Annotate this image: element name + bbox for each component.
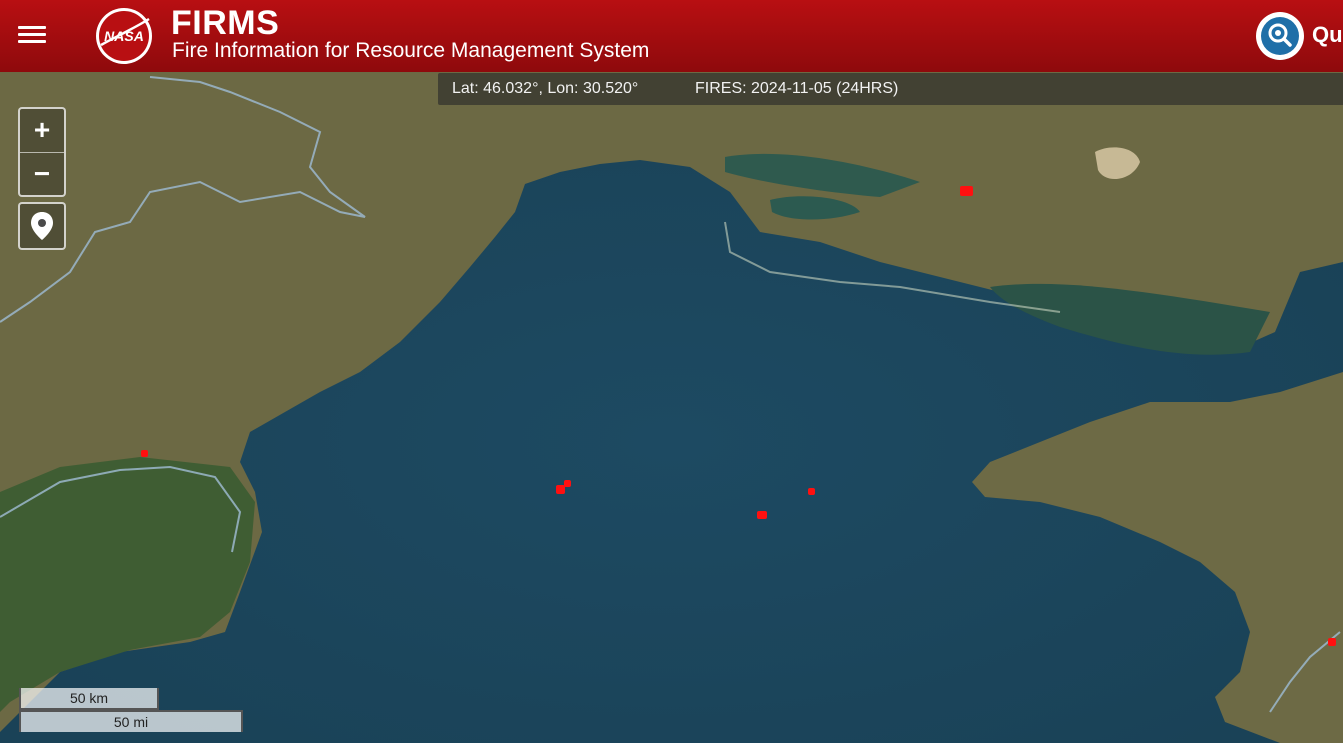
app-header: NASA FIRMS Fire Information for Resource… <box>0 0 1343 72</box>
app-title: FIRMS <box>171 4 280 42</box>
zoom-out-button[interactable]: − <box>20 152 64 195</box>
svg-text:NASA: NASA <box>104 28 144 44</box>
map-info-bar: Lat: 46.032°, Lon: 30.520° FIRES: 2024-1… <box>438 73 1343 105</box>
zoom-in-button[interactable]: + <box>20 109 64 151</box>
fire-detection[interactable] <box>757 511 767 519</box>
quick-search-label[interactable]: Qui <box>1312 22 1343 48</box>
fire-detection[interactable] <box>808 488 815 495</box>
fire-detection[interactable] <box>141 450 148 457</box>
map-view[interactable] <box>0 72 1343 743</box>
satellite-basemap <box>0 72 1343 743</box>
scale-bar-km: 50 km <box>19 688 159 710</box>
nasa-logo[interactable]: NASA <box>95 7 153 65</box>
hamburger-menu-icon[interactable] <box>18 22 46 48</box>
fire-detection[interactable] <box>564 480 571 487</box>
location-pin-icon[interactable] <box>18 202 66 250</box>
app-subtitle: Fire Information for Resource Management… <box>172 39 650 62</box>
fire-detection[interactable] <box>960 186 973 196</box>
fires-date-label[interactable]: FIRES: 2024-11-05 (24HRS) <box>695 80 898 98</box>
search-map-icon[interactable] <box>1256 12 1304 60</box>
cursor-coordinates: Lat: 46.032°, Lon: 30.520° <box>452 80 639 97</box>
zoom-control: + − <box>18 107 66 197</box>
fire-detection[interactable] <box>1328 638 1336 646</box>
scale-bar-mi: 50 mi <box>19 710 243 732</box>
